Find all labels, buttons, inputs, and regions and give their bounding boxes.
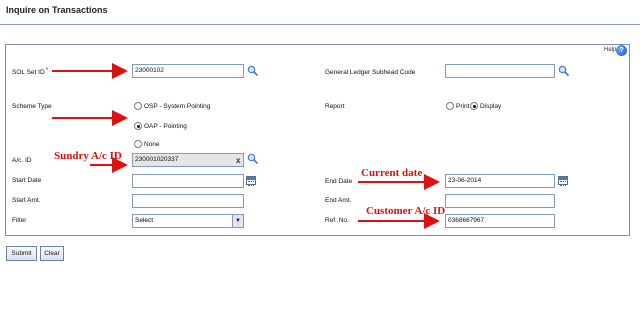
ac-id-search-icon[interactable] bbox=[247, 153, 258, 164]
annotation-current-date: Current date bbox=[361, 167, 423, 179]
radio-oap[interactable] bbox=[134, 122, 142, 130]
gl-subhead-code-label: General Ledger Subhead Code bbox=[325, 69, 416, 76]
scheme-option-oap[interactable]: OAP - Pointing bbox=[134, 122, 187, 130]
end-date-calendar-icon[interactable] bbox=[558, 176, 568, 186]
annotation-sundry-ac-id: Sundry A/c ID bbox=[54, 150, 122, 162]
end-date-input[interactable]: 23-06-2014 bbox=[445, 174, 555, 188]
submit-button[interactable]: Submit bbox=[6, 246, 37, 261]
report-option-print[interactable]: Print bbox=[446, 102, 469, 110]
start-date-label: Start Date bbox=[12, 177, 42, 184]
annotation-customer-ac-id: Customer A/c ID bbox=[366, 205, 446, 217]
end-date-label: End Date bbox=[325, 178, 353, 185]
sol-set-id-search-icon[interactable] bbox=[247, 65, 258, 76]
gl-subhead-search-icon[interactable] bbox=[558, 65, 569, 76]
clear-button[interactable]: Clear bbox=[40, 246, 64, 261]
start-date-input[interactable] bbox=[132, 174, 244, 188]
ac-id-input[interactable]: 230001020337 bbox=[132, 153, 244, 167]
help-label[interactable]: Help bbox=[604, 47, 616, 53]
clear-icon[interactable]: x bbox=[236, 156, 240, 165]
ref-no-label: Ref. No. bbox=[325, 217, 349, 224]
ac-id-label: A/c. ID bbox=[12, 157, 32, 164]
report-label: Report bbox=[325, 103, 345, 110]
filter-select[interactable]: Select ▼ bbox=[132, 214, 244, 228]
start-amt-label: Start Amt. bbox=[12, 197, 41, 204]
end-amt-input[interactable] bbox=[445, 194, 555, 208]
title-divider bbox=[0, 24, 640, 25]
sol-set-id-input[interactable]: 23000102 bbox=[132, 64, 244, 78]
end-amt-label: End Amt. bbox=[325, 197, 352, 204]
required-marker: * bbox=[45, 67, 49, 74]
radio-print[interactable] bbox=[446, 102, 454, 110]
scheme-option-osp[interactable]: OSP - System Pointing bbox=[134, 102, 210, 110]
ref-no-input[interactable]: 0368667967 bbox=[445, 214, 555, 228]
radio-none[interactable] bbox=[134, 140, 142, 148]
radio-display[interactable] bbox=[470, 102, 478, 110]
scheme-option-none[interactable]: None bbox=[134, 140, 160, 148]
scheme-type-label: Scheme Type bbox=[12, 103, 52, 110]
radio-osp[interactable] bbox=[134, 102, 142, 110]
gl-subhead-code-input[interactable] bbox=[445, 64, 555, 78]
report-option-display[interactable]: Display bbox=[470, 102, 501, 110]
chevron-down-icon[interactable]: ▼ bbox=[232, 215, 243, 227]
start-date-calendar-icon[interactable] bbox=[246, 176, 256, 186]
filter-label: Filter bbox=[12, 217, 27, 224]
start-amt-input[interactable] bbox=[132, 194, 244, 208]
help-icon[interactable]: ? bbox=[616, 45, 627, 56]
page-title: Inquire on Transactions bbox=[6, 5, 108, 15]
sol-set-id-label: SOL Set ID* bbox=[12, 67, 49, 76]
filter-selected-value: Select bbox=[135, 217, 154, 224]
